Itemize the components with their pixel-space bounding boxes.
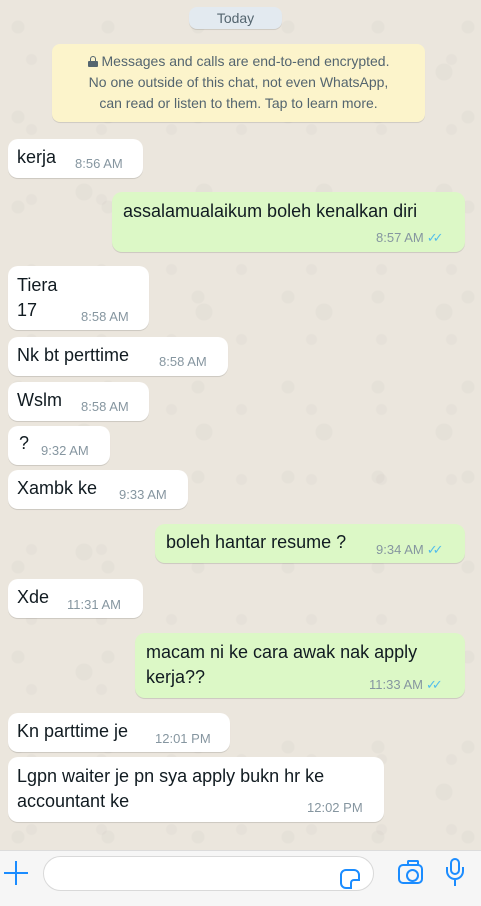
encryption-line-1: Messages and calls are end-to-end encryp…	[52, 51, 425, 72]
message-bubble-outgoing[interactable]: assalamualaikum boleh kenalkan diri 8:57…	[112, 192, 465, 252]
message-bubble-incoming[interactable]: ? 9:32 AM	[8, 426, 110, 465]
message-text: Tiera	[17, 275, 58, 295]
message-bubble-outgoing[interactable]: macam ni ke cara awak nak apply kerja?? …	[135, 633, 465, 698]
message-time: 8:58 AM	[81, 309, 129, 324]
message-time: 9:32 AM	[41, 443, 89, 458]
encryption-line-3: can read or listen to them. Tap to learn…	[99, 95, 378, 111]
message-bubble-incoming[interactable]: Xambk ke 9:33 AM	[8, 470, 188, 509]
double-check-read-icon: ✓✓	[425, 677, 443, 692]
message-input-bar	[0, 850, 481, 906]
message-text: Nk bt perttime	[17, 345, 130, 365]
message-bubble-incoming[interactable]: Kn parttime je 12:01 PM	[8, 713, 230, 752]
message-text: assalamualaikum boleh kenalkan diri	[123, 201, 418, 221]
message-bubble-incoming[interactable]: Xde 11:31 AM	[8, 579, 143, 618]
message-text: 17	[17, 300, 38, 320]
message-text: Xde	[17, 587, 50, 607]
encryption-notice[interactable]: Messages and calls are end-to-end encryp…	[52, 44, 425, 122]
chat-background: Today Messages and calls are end-to-end …	[0, 0, 481, 850]
message-text: macam ni ke cara awak nak apply	[146, 642, 418, 662]
message-text: kerja	[17, 147, 57, 167]
camera-icon[interactable]	[398, 860, 423, 884]
message-time: 11:33 AM ✓✓	[369, 677, 443, 692]
message-time: 8:58 AM	[159, 354, 207, 369]
message-text: Lgpn waiter je pn sya apply bukn hr ke	[17, 766, 325, 786]
message-bubble-incoming[interactable]: Wslm 8:58 AM	[8, 382, 149, 421]
lock-icon	[87, 56, 98, 67]
date-divider: Today	[189, 7, 282, 29]
message-bubble-incoming[interactable]: Tiera 17 8:58 AM	[8, 266, 149, 330]
message-text: ?	[19, 433, 30, 453]
encryption-line-2: No one outside of this chat, not even Wh…	[88, 74, 389, 90]
double-check-read-icon: ✓✓	[426, 230, 444, 245]
message-time: 9:34 AM ✓✓	[376, 542, 444, 557]
message-input[interactable]	[43, 856, 374, 891]
message-text: Kn parttime je	[17, 721, 129, 741]
message-time: 8:56 AM	[75, 156, 123, 171]
message-bubble-incoming[interactable]: Nk bt perttime 8:58 AM	[8, 337, 228, 376]
message-bubble-incoming[interactable]: Lgpn waiter je pn sya apply bukn hr ke a…	[8, 757, 384, 822]
double-check-read-icon: ✓✓	[426, 542, 444, 557]
message-text: boleh hantar resume ?	[166, 532, 347, 552]
message-time: 9:33 AM	[119, 487, 167, 502]
message-time: 12:01 PM	[155, 731, 211, 746]
microphone-stem	[454, 880, 456, 886]
message-text: Wslm	[17, 390, 62, 410]
message-bubble-outgoing[interactable]: boleh hantar resume ? 9:34 AM ✓✓	[155, 524, 465, 563]
message-text: Xambk ke	[17, 478, 98, 498]
plus-icon[interactable]	[4, 861, 28, 885]
message-time: 12:02 PM	[307, 800, 363, 815]
message-time: 8:58 AM	[81, 399, 129, 414]
message-text: accountant ke	[17, 791, 130, 811]
message-time: 11:31 AM	[67, 597, 121, 612]
sticker-icon[interactable]	[340, 869, 360, 889]
message-time: 8:57 AM ✓✓	[376, 230, 444, 245]
message-text: kerja??	[146, 667, 206, 687]
message-bubble-incoming[interactable]: kerja 8:56 AM	[8, 139, 143, 178]
